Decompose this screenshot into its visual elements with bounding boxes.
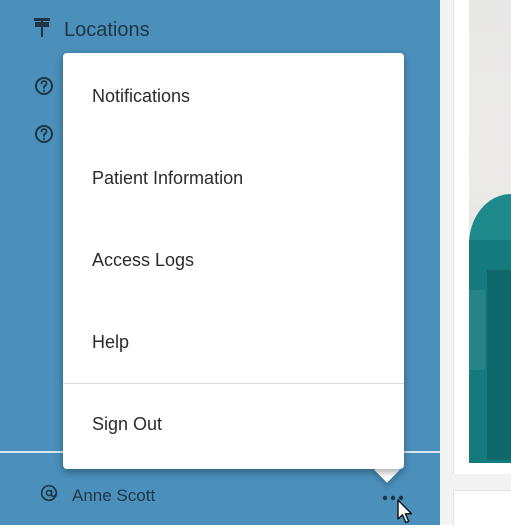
sidebar-item-label: Locations — [64, 19, 150, 41]
mouse-cursor-icon — [396, 499, 416, 525]
menu-item-help[interactable]: Help — [63, 322, 404, 362]
sidebar-item-help-secondary[interactable] — [34, 124, 54, 149]
help-icon — [34, 76, 54, 101]
user-menu: Notifications Patient Information Access… — [63, 53, 404, 469]
lower-card — [453, 490, 511, 526]
menu-item-access-logs[interactable]: Access Logs — [63, 240, 404, 280]
menu-item-patient-information[interactable]: Patient Information — [63, 158, 404, 198]
at-icon — [40, 484, 58, 507]
user-profile[interactable]: Anne Scott — [40, 484, 155, 507]
help-icon — [34, 124, 54, 149]
sidebar-item-help[interactable] — [34, 76, 54, 101]
signpost-icon — [34, 18, 50, 43]
staff-photo — [469, 0, 511, 463]
sidebar-item-locations[interactable]: Locations — [34, 18, 150, 43]
menu-divider — [63, 383, 404, 384]
menu-item-notifications[interactable]: Notifications — [63, 76, 404, 116]
photo-highlight — [469, 290, 485, 370]
user-name: Anne Scott — [72, 485, 156, 505]
photo-shoulder — [469, 194, 511, 244]
photo-shadow — [487, 270, 511, 460]
menu-item-sign-out[interactable]: Sign Out — [63, 404, 404, 444]
